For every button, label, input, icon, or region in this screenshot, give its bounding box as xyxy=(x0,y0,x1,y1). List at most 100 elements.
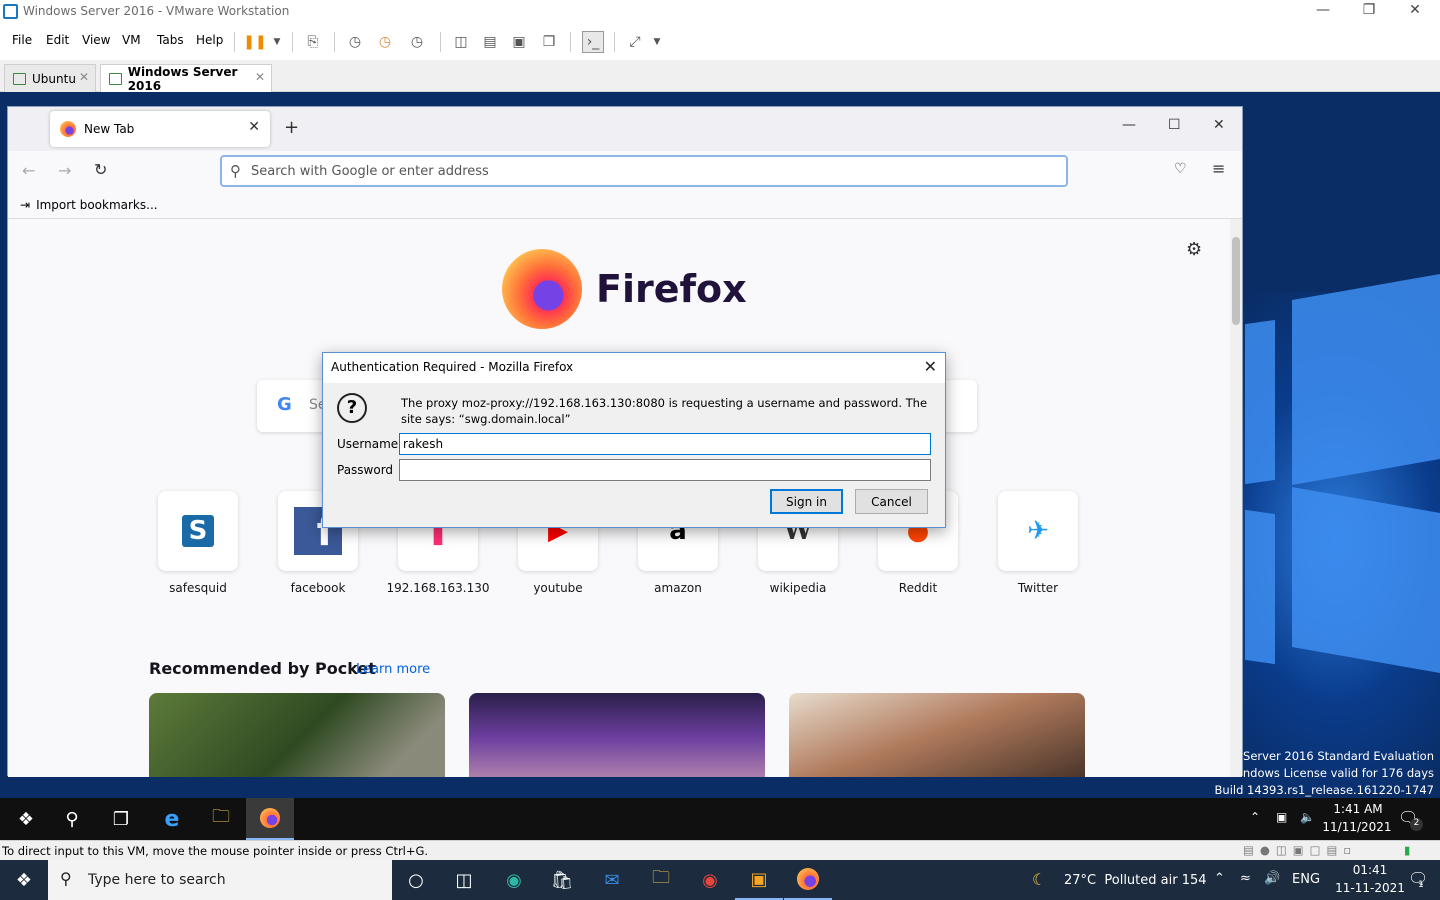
fullscreen-icon[interactable]: ▣ xyxy=(508,31,530,53)
volume-icon[interactable]: 🔊 xyxy=(1264,871,1280,886)
close-icon[interactable]: ✕ xyxy=(1392,2,1438,18)
search-icon[interactable]: ⚲ xyxy=(48,798,96,840)
network-icon[interactable]: ▣ xyxy=(1276,810,1287,824)
chrome-icon[interactable]: ◉ xyxy=(686,860,734,900)
tab-windows-server[interactable]: Windows Server 2016 ✕ xyxy=(100,64,272,93)
internet-explorer-icon[interactable]: e xyxy=(148,798,196,840)
scrollbar-thumb[interactable] xyxy=(1232,237,1240,325)
minimize-icon[interactable]: — xyxy=(1300,2,1346,18)
menu-vm[interactable]: VM xyxy=(122,33,141,47)
sign-in-button[interactable]: Sign in xyxy=(770,489,843,514)
menu-edit[interactable]: Edit xyxy=(46,33,69,47)
volume-muted-icon[interactable]: 🔈 xyxy=(1300,810,1315,824)
chevron-up-icon[interactable]: ⌃ xyxy=(1250,810,1260,824)
close-tab-icon[interactable]: ✕ xyxy=(248,119,260,135)
edge-icon[interactable]: ◉ xyxy=(490,860,538,900)
chevron-down-icon[interactable]: ▼ xyxy=(266,31,288,53)
unity-icon[interactable]: ❐ xyxy=(538,31,560,53)
cortana-icon[interactable]: ○ xyxy=(392,860,440,900)
stretch-icon[interactable]: ⤢ xyxy=(624,31,646,53)
pocket-card-image[interactable] xyxy=(469,693,765,777)
vmware-tab-strip: Ubuntu ✕ Windows Server 2016 ✕ xyxy=(0,60,1440,93)
password-field[interactable] xyxy=(399,459,931,481)
google-icon: G xyxy=(277,394,292,415)
maximize-icon[interactable]: ☐ xyxy=(1168,117,1181,133)
question-icon: ? xyxy=(337,393,367,423)
tab-label: Ubuntu xyxy=(32,71,76,86)
url-bar[interactable]: ⚲ Search with Google or enter address xyxy=(220,155,1068,187)
host-clock-date[interactable]: 11-11-2021 xyxy=(1330,881,1410,895)
wallpaper-pane xyxy=(1245,319,1275,485)
guest-clock-time[interactable]: 1:41 AM xyxy=(1328,802,1388,816)
host-clock-time[interactable]: 01:41 xyxy=(1340,863,1400,877)
wallpaper-pane xyxy=(1245,509,1275,665)
device-icons[interactable]: ▤●◫▣□▤▫ xyxy=(1243,843,1357,857)
firefox-taskbar-icon[interactable] xyxy=(246,798,294,840)
close-tab-icon[interactable]: ✕ xyxy=(255,70,265,84)
shortcut-twitter[interactable]: ✈ xyxy=(998,491,1078,571)
sidebar-icon[interactable]: ◫ xyxy=(450,31,472,53)
menu-file[interactable]: File xyxy=(12,33,32,47)
wifi-icon[interactable]: ≈ xyxy=(1240,871,1251,886)
minimize-icon[interactable]: — xyxy=(1122,117,1136,133)
pocket-learn-more-link[interactable]: Learn more xyxy=(356,662,430,677)
close-tab-icon[interactable]: ✕ xyxy=(79,70,89,84)
message-icon[interactable]: ▮ xyxy=(1404,843,1410,857)
username-field[interactable] xyxy=(399,433,931,455)
start-icon[interactable]: ❖ xyxy=(2,798,50,840)
gear-icon[interactable]: ⚙ xyxy=(1186,239,1202,260)
task-view-icon[interactable]: ◫ xyxy=(440,860,488,900)
close-icon[interactable]: ✕ xyxy=(1213,117,1225,133)
dialog-close-icon[interactable]: ✕ xyxy=(924,357,937,376)
new-tab-plus-icon[interactable]: + xyxy=(284,117,299,138)
file-explorer-icon[interactable]: 🗀 xyxy=(197,798,245,840)
pocket-card-image[interactable] xyxy=(149,693,445,777)
vm-icon xyxy=(109,72,122,85)
host-search-box[interactable]: ⚲ Type here to search xyxy=(48,860,392,900)
shortcut-label: wikipedia xyxy=(769,581,827,595)
weather-icon[interactable]: ☾ xyxy=(1032,870,1046,889)
vm-icon xyxy=(13,72,26,85)
restore-icon[interactable]: ❐ xyxy=(1346,2,1392,18)
guest-clock-date[interactable]: 11/11/2021 xyxy=(1320,820,1394,834)
weather-text[interactable]: 27°C Polluted air 154 xyxy=(1064,873,1207,888)
scrollbar[interactable] xyxy=(1230,219,1242,777)
shortcut-safesquid[interactable]: S xyxy=(158,491,238,571)
vmware-icon[interactable]: ▣ xyxy=(735,860,783,900)
import-bookmarks-label: Import bookmarks... xyxy=(36,198,158,212)
vmware-logo-icon xyxy=(3,4,18,19)
hamburger-menu-icon[interactable]: ≡ xyxy=(1212,159,1225,178)
pause-icon[interactable]: ❚❚ xyxy=(243,31,266,53)
send-keys-icon[interactable]: ⎘ xyxy=(302,31,324,53)
store-icon[interactable]: 🛍 xyxy=(538,860,586,900)
menu-tabs[interactable]: Tabs xyxy=(157,33,184,47)
pocket-card-image[interactable] xyxy=(789,693,1085,777)
file-explorer-icon[interactable]: 🗀 xyxy=(637,860,685,900)
reload-icon[interactable]: ↻ xyxy=(94,160,107,179)
menu-help[interactable]: Help xyxy=(196,33,223,47)
mail-icon[interactable]: ✉ xyxy=(588,860,636,900)
menu-view[interactable]: View xyxy=(82,33,110,47)
tab-ubuntu[interactable]: Ubuntu ✕ xyxy=(4,64,96,92)
firefox-tab-strip: New Tab ✕ + — ☐ ✕ xyxy=(8,107,1242,151)
forward-arrow-icon[interactable]: → xyxy=(58,161,71,180)
chevron-down-icon[interactable]: ▼ xyxy=(646,31,668,53)
search-icon: ⚲ xyxy=(230,162,241,180)
firefox-icon[interactable] xyxy=(784,860,832,900)
tab-new-tab[interactable]: New Tab ✕ xyxy=(50,111,270,147)
back-arrow-icon[interactable]: ← xyxy=(22,161,35,180)
window-title: Windows Server 2016 - VMware Workstation xyxy=(23,4,290,18)
cancel-button[interactable]: Cancel xyxy=(855,489,928,514)
language-indicator[interactable]: ENG xyxy=(1292,872,1320,887)
thumbnail-icon[interactable]: ▤ xyxy=(479,31,501,53)
pocket-icon[interactable]: ♡ xyxy=(1174,161,1187,177)
chevron-up-icon[interactable]: ⌃ xyxy=(1214,871,1225,886)
snapshot-icon[interactable]: ◷ xyxy=(344,31,366,53)
task-view-icon[interactable]: ❐ xyxy=(97,798,145,840)
console-view-icon[interactable]: ›_ xyxy=(582,31,604,53)
snapshot-manager-icon[interactable]: ◷ xyxy=(406,31,428,53)
revert-snapshot-icon[interactable]: ◷ xyxy=(374,31,396,53)
start-icon[interactable]: ❖ xyxy=(0,860,48,900)
status-text: To direct input to this VM, move the mou… xyxy=(2,844,429,858)
import-bookmarks[interactable]: ⇥ Import bookmarks... xyxy=(20,198,158,212)
